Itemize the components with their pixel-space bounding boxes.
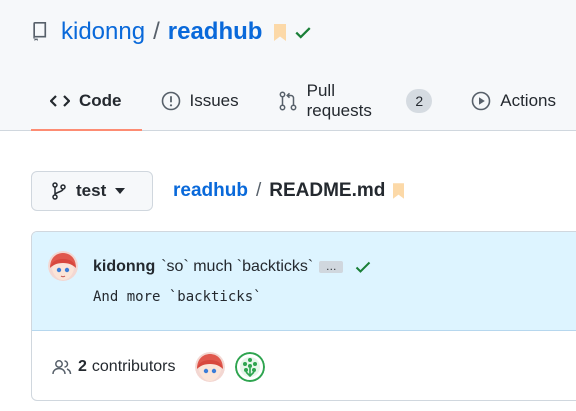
repo-header: kidonng / readhub Code Issues Pull reque…	[0, 0, 576, 131]
latest-commit-box: kidonng `so` much `backticks` … And more…	[31, 231, 576, 401]
tab-code[interactable]: Code	[31, 84, 142, 131]
people-icon	[52, 358, 72, 376]
commit-header: kidonng `so` much `backticks` … And more…	[32, 232, 576, 331]
tab-pull-requests[interactable]: Pull requests 2	[259, 81, 453, 120]
branch-select-button[interactable]: test	[31, 171, 153, 211]
tab-label: Actions	[500, 91, 556, 110]
tab-actions[interactable]: Actions	[452, 84, 576, 118]
tab-label: Code	[79, 91, 122, 110]
commit-description: And more `backticks`	[93, 289, 262, 305]
repo-icon	[31, 22, 49, 42]
tab-issues[interactable]: Issues	[142, 84, 259, 118]
breadcrumb-separator: /	[255, 180, 262, 201]
contributor-avatars	[194, 352, 265, 382]
contributors-row[interactable]: 2 contributors	[52, 351, 265, 383]
breadcrumb-repo-link[interactable]: readhub	[173, 180, 248, 202]
breadcrumb-file-name: README.md	[269, 180, 386, 201]
commit-summary: kidonng `so` much `backticks` …	[93, 256, 371, 278]
author-avatar[interactable]	[48, 251, 78, 281]
repo-separator: /	[153, 18, 160, 45]
commit-author-link[interactable]: kidonng	[93, 258, 155, 276]
branch-name: test	[76, 181, 107, 200]
bookmark-icon	[393, 183, 405, 199]
tab-label: Pull requests	[306, 81, 372, 120]
check-icon	[294, 23, 312, 41]
bookmark-icon	[274, 23, 287, 41]
check-icon[interactable]	[355, 260, 371, 274]
tab-label: Issues	[189, 91, 239, 110]
contributors-count: 2	[78, 358, 87, 375]
repo-title: kidonng / readhub	[31, 16, 312, 48]
git-branch-icon	[52, 182, 66, 200]
contributor-avatar[interactable]	[194, 352, 225, 382]
git-pull-request-icon	[278, 91, 298, 111]
expand-commit-button[interactable]: …	[319, 261, 344, 273]
repo-owner-link[interactable]: kidonng	[61, 18, 145, 46]
code-icon	[50, 93, 70, 109]
contributors-label: contributors	[91, 358, 176, 375]
breadcrumb: readhub / README.md	[173, 177, 405, 205]
repo-name-link[interactable]: readhub	[168, 18, 263, 46]
chevron-down-icon	[115, 188, 126, 194]
pull-requests-count: 2	[406, 89, 433, 113]
play-icon	[471, 91, 491, 111]
issue-opened-icon	[161, 91, 181, 111]
commit-message-link[interactable]: `so` much `backticks`	[161, 258, 313, 276]
bot-avatar[interactable]	[234, 352, 265, 382]
repo-tabs: Code Issues Pull requests 2 Actions	[31, 81, 576, 131]
